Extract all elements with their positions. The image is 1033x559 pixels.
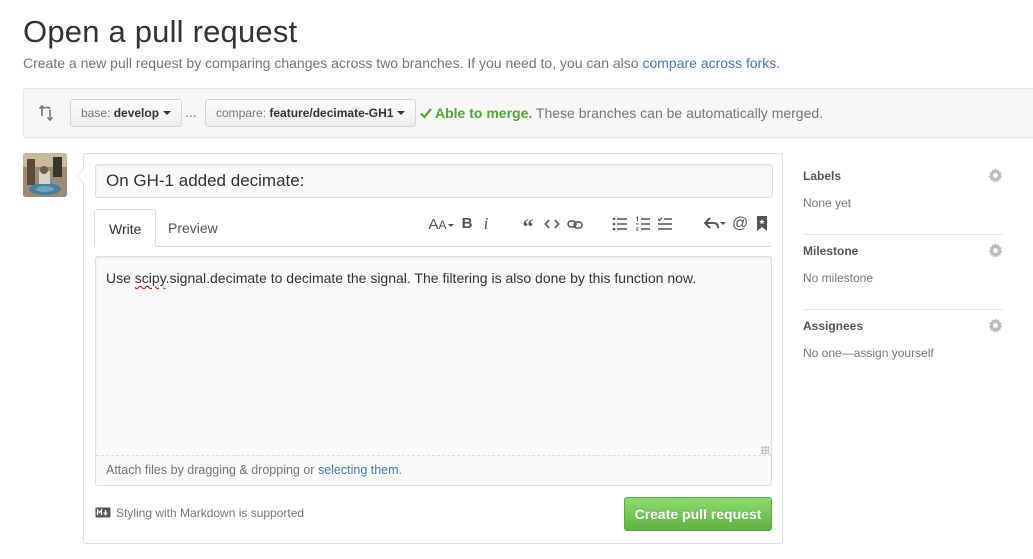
tab-preview[interactable]: Preview (154, 209, 232, 247)
italic-icon[interactable]: i (481, 215, 491, 233)
sidebar-value-milestone: No milestone (803, 271, 874, 285)
link-icon[interactable] (567, 215, 583, 233)
mention-icon[interactable]: @ (732, 215, 748, 233)
compare-branch-selector[interactable]: compare: feature/decimate-GH1 (205, 99, 417, 127)
page-subtitle: Create a new pull request by comparing c… (23, 55, 780, 71)
tab-write[interactable]: Write (94, 209, 157, 247)
bold-icon[interactable]: B (461, 215, 473, 233)
tabs-divider (94, 246, 772, 247)
compare-arrows-icon (38, 104, 54, 122)
subtitle-text: Create a new pull request by comparing c… (23, 55, 639, 71)
page-title: Open a pull request (23, 14, 298, 49)
numbered-list-icon[interactable] (635, 215, 651, 233)
misspelled-word: scipy (134, 270, 166, 286)
gear-icon[interactable] (988, 243, 1003, 258)
pull-request-form: Write Preview AA B i “ @ Use scipy.signa… (76, 153, 783, 544)
markdown-note-text: Styling with Markdown is supported (116, 506, 305, 520)
sidebar-heading-assignees[interactable]: Assignees (803, 319, 863, 333)
attach-text: Attach files by dragging & dropping or (106, 463, 315, 477)
bookmark-icon[interactable] (756, 215, 768, 233)
branch-range-bar: base: develop ... compare: feature/decim… (23, 88, 1033, 138)
task-list-icon[interactable] (657, 215, 673, 233)
chevron-down-icon (163, 111, 172, 115)
gear-icon[interactable] (988, 318, 1003, 333)
sidebar-heading-milestone[interactable]: Milestone (803, 244, 858, 258)
reply-icon[interactable] (704, 215, 726, 233)
sidebar-value-assignees[interactable]: No one—assign yourself (803, 346, 934, 360)
select-files-link[interactable]: selecting them. (318, 463, 402, 477)
merge-ok-text: Able to merge. (435, 105, 533, 121)
avatar[interactable] (23, 153, 67, 197)
merge-description: These branches can be automatically merg… (535, 105, 824, 121)
chevron-down-icon (397, 111, 406, 115)
pr-title-input[interactable] (95, 164, 773, 198)
body-prefix: Use (106, 270, 135, 286)
pr-body-textarea[interactable]: Use scipy.signal.decimate to decimate th… (95, 256, 772, 486)
merge-status: Able to merge. These branches can be aut… (420, 105, 823, 121)
text-size-icon[interactable]: AA (427, 215, 455, 233)
sidebar-assignees: Assignees No one—assign yourself (803, 310, 1003, 385)
resize-grip-icon[interactable] (761, 446, 769, 454)
check-icon (420, 106, 432, 119)
compare-branch-name: feature/decimate-GH1 (269, 106, 394, 120)
compare-across-forks-link[interactable]: compare across forks. (642, 55, 780, 71)
markdown-support-note[interactable]: Styling with Markdown is supported (95, 506, 304, 520)
quote-icon[interactable]: “ (520, 215, 536, 239)
markdown-icon (95, 507, 111, 518)
sidebar: Labels None yet Milestone No milestone A… (803, 160, 1003, 385)
sidebar-value-labels: None yet (803, 196, 852, 210)
compare-label: compare: (216, 106, 267, 120)
sidebar-labels: Labels None yet (803, 160, 1003, 235)
body-rest: .signal.decimate to decimate the signal.… (165, 270, 697, 286)
pr-body-text: Use scipy.signal.decimate to decimate th… (106, 270, 696, 286)
code-icon[interactable] (544, 215, 560, 233)
base-branch-selector[interactable]: base: develop (70, 99, 183, 127)
base-branch-name: develop (113, 106, 160, 120)
range-separator: ... (185, 104, 197, 120)
gear-icon[interactable] (988, 168, 1003, 183)
sidebar-heading-labels[interactable]: Labels (803, 169, 841, 183)
attach-files-bar[interactable]: Attach files by dragging & dropping or s… (96, 455, 771, 485)
create-pull-request-button[interactable]: Create pull request (624, 497, 772, 531)
base-label: base: (81, 106, 111, 120)
bulleted-list-icon[interactable] (612, 215, 628, 233)
sidebar-milestone: Milestone No milestone (803, 235, 1003, 310)
